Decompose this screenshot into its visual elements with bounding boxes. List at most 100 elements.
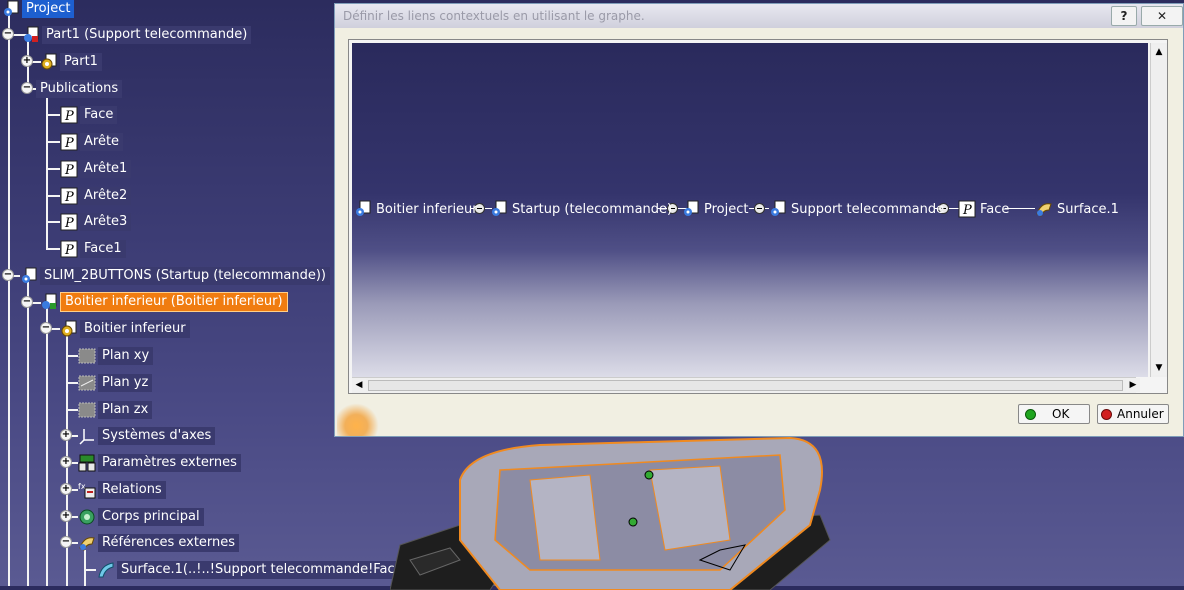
graph-node-support[interactable]: Support telecommande: [769, 198, 944, 220]
tree-connector: [46, 168, 60, 170]
dialog-titlebar[interactable]: Définir les liens contextuels en utilisa…: [335, 4, 1183, 28]
external-references-icon: [1036, 203, 1052, 217]
axis-system-icon: [79, 429, 94, 445]
component-icon: [356, 200, 371, 216]
graph-node-face[interactable]: P Face: [958, 198, 1009, 220]
tree-node-label: Relations: [98, 481, 166, 499]
graph-node-label: Project: [704, 201, 749, 217]
tree-connector: [84, 550, 86, 586]
ok-label: OK: [1052, 407, 1070, 421]
plane-icon: [78, 402, 96, 418]
tree-node-relations[interactable]: fx Relations: [78, 479, 166, 501]
svg-text:P: P: [64, 216, 74, 231]
svg-text:P: P: [962, 203, 972, 218]
scroll-up-icon[interactable]: ▲: [1152, 45, 1166, 59]
svg-text:P: P: [64, 109, 74, 124]
tree-node-plane-yz[interactable]: Plan yz: [78, 372, 153, 394]
collapse-icon[interactable]: −: [41, 323, 51, 333]
scroll-thumb[interactable]: [368, 380, 1123, 391]
link-graph[interactable]: Boitier inferieur Startup (telecommande)…: [352, 43, 1148, 377]
part-icon: [61, 320, 77, 337]
collapse-icon[interactable]: −: [3, 270, 13, 280]
tree-node-label: Arête2: [80, 187, 132, 205]
tree-node-slim-2buttons[interactable]: SLIM_2BUTTONS (Startup (telecommande)): [20, 265, 331, 287]
graph-node-project[interactable]: Project: [682, 198, 748, 220]
tree-node-label: Part1 (Support telecommande): [42, 26, 252, 44]
tree-node-publication[interactable]: P Face: [60, 104, 118, 126]
tree-node-label: Boitier inferieur: [80, 320, 190, 338]
cancel-button[interactable]: Annuler: [1097, 404, 1169, 424]
tree-connector: [46, 308, 48, 586]
scroll-left-icon[interactable]: ◀: [352, 378, 366, 392]
svg-text:P: P: [64, 163, 74, 178]
tree-node-label: Part1: [60, 53, 102, 71]
expand-icon[interactable]: +: [61, 484, 71, 494]
expand-icon[interactable]: +: [22, 56, 32, 66]
tree-node-label: SLIM_2BUTTONS (Startup (telecommande)): [40, 267, 331, 285]
graph-node-startup[interactable]: Startup (telecommande): [490, 198, 672, 220]
product-icon: [684, 200, 699, 216]
close-button[interactable]: ✕: [1141, 6, 1183, 26]
horizontal-scrollbar[interactable]: ◀ ▶: [352, 377, 1140, 393]
expand-icon[interactable]: +: [61, 511, 71, 521]
graph-node-label: Face: [980, 201, 1010, 217]
tree-node-surface1[interactable]: Surface.1(..!..!Support telecommande!Fac…: [97, 559, 412, 581]
tree-connector: [46, 248, 60, 250]
svg-text:P: P: [64, 190, 74, 205]
tree-connector: [66, 355, 78, 357]
tree-node-plane-zx[interactable]: Plan zx: [78, 399, 153, 421]
external-references-icon: [79, 537, 95, 551]
tree-node-part1-instance[interactable]: Part1 (Support telecommande): [22, 24, 252, 46]
tree-node-publication[interactable]: P Face1: [60, 238, 126, 260]
tree-node-label: Arête: [80, 133, 124, 151]
3d-part-view[interactable]: [390, 430, 840, 590]
collapse-icon[interactable]: −: [61, 537, 71, 547]
vertical-scrollbar[interactable]: ▲ ▼: [1150, 43, 1167, 377]
tree-node-publication[interactable]: P Arête: [60, 131, 124, 153]
ok-button[interactable]: OK: [1018, 404, 1090, 424]
graph-node-surface[interactable]: Surface.1: [1035, 198, 1119, 220]
tree-node-part1[interactable]: Part1: [40, 51, 102, 73]
link-knob-icon[interactable]: [754, 203, 765, 214]
tree-node-publication[interactable]: P Arête3: [60, 211, 132, 233]
tree-node-label: Plan yz: [98, 374, 153, 392]
collapse-icon[interactable]: −: [22, 297, 32, 307]
contextual-links-dialog: Définir les liens contextuels en utilisa…: [334, 3, 1184, 437]
tree-node-external-references[interactable]: Références externes: [78, 532, 240, 554]
tree-node-main-body[interactable]: Corps principal: [78, 506, 204, 528]
tree-node-plane-xy[interactable]: Plan xy: [78, 345, 154, 367]
publication-icon: P: [60, 213, 78, 231]
expand-icon[interactable]: +: [61, 457, 71, 467]
tree-node-boitier-instance[interactable]: Boitier inferieur (Boitier inferieur): [40, 291, 288, 313]
tree-node-axis-systems[interactable]: Systèmes d'axes: [78, 425, 216, 447]
tree-node-project[interactable]: Project: [2, 0, 75, 20]
graph-node-label: Support telecommande: [791, 201, 945, 217]
scroll-down-icon[interactable]: ▼: [1152, 361, 1166, 375]
cancel-icon: [1101, 408, 1112, 420]
tree-node-label: Plan zx: [98, 401, 153, 419]
tree-node-publication[interactable]: P Arête2: [60, 185, 132, 207]
tree-node-label: Corps principal: [98, 508, 204, 526]
collapse-icon[interactable]: −: [3, 29, 13, 39]
plane-icon: [78, 348, 96, 364]
tree-node-publication[interactable]: P Arête1: [60, 158, 132, 180]
expand-icon[interactable]: +: [61, 430, 71, 440]
tree-node-boitier-part[interactable]: Boitier inferieur: [60, 318, 190, 340]
product-icon: [22, 267, 37, 283]
tree-node-label: Surface.1(..!..!Support telecommande!Fac…: [117, 561, 412, 579]
tree-node-external-parameters[interactable]: Paramètres externes: [78, 452, 241, 474]
help-button[interactable]: ?: [1111, 6, 1137, 26]
tree-node-label: Systèmes d'axes: [98, 427, 216, 445]
tree-node-publications[interactable]: Publications: [36, 78, 123, 100]
graph-node-label: Startup (telecommande): [512, 201, 673, 217]
graph-node-label: Surface.1: [1057, 201, 1119, 217]
collapse-icon[interactable]: −: [22, 83, 32, 93]
parameters-icon: [78, 454, 96, 472]
scroll-right-icon[interactable]: ▶: [1126, 378, 1140, 392]
graph-node-boitier[interactable]: Boitier inferieur: [354, 198, 478, 220]
tree-node-label: Project: [22, 0, 75, 18]
svg-text:P: P: [64, 243, 74, 258]
publication-icon: P: [60, 106, 78, 124]
tree-connector: [46, 114, 60, 116]
surface-icon: [98, 562, 114, 578]
